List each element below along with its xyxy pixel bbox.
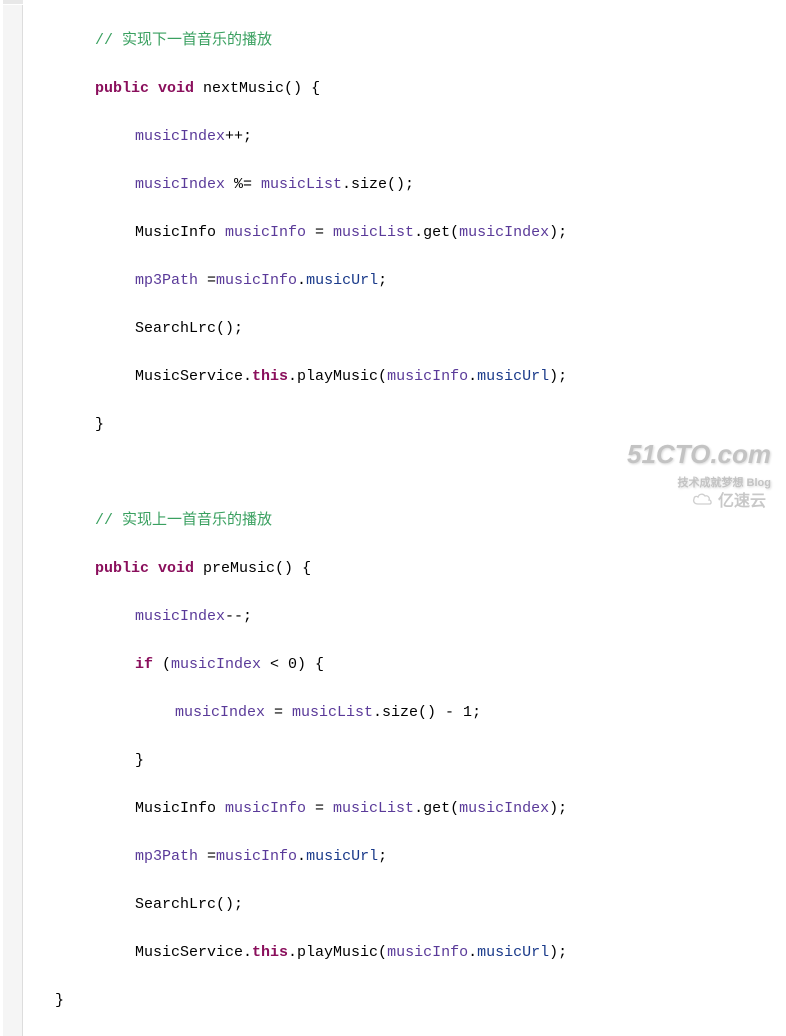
op: = [265, 704, 292, 721]
field-musicUrl: musicUrl [306, 272, 378, 289]
keyword-public: public [95, 560, 149, 577]
var-musicInfo: musicInfo [225, 800, 306, 817]
type-MusicService: MusicService. [135, 944, 252, 961]
keyword-void: void [158, 560, 194, 577]
var-musicInfo: musicInfo [225, 224, 306, 241]
punct: ); [549, 800, 567, 817]
keyword-this: this [252, 944, 288, 961]
var-musicIndex: musicIndex [135, 608, 225, 625]
op: --; [225, 608, 252, 625]
call-SearchLrc: SearchLrc(); [135, 320, 243, 337]
method-name: preMusic() { [194, 560, 311, 577]
field-musicUrl: musicUrl [477, 944, 549, 961]
var-musicList: musicList [333, 800, 414, 817]
var-musicIndex: musicIndex [459, 800, 549, 817]
paren: ( [153, 656, 171, 673]
keyword-void: void [158, 80, 194, 97]
var-musicList: musicList [333, 224, 414, 241]
op: = [306, 800, 333, 817]
call-get: .get( [414, 800, 459, 817]
var-musicInfo: musicInfo [216, 272, 297, 289]
dot: . [297, 848, 306, 865]
call-playMusic: .playMusic( [288, 368, 387, 385]
keyword-this: this [252, 368, 288, 385]
op: = [198, 848, 216, 865]
var-mp3Path: mp3Path [135, 848, 198, 865]
comment-pre-music: // 实现上一首音乐的播放 [95, 512, 272, 529]
semi: ; [378, 848, 387, 865]
call-SearchLrc: SearchLrc(); [135, 896, 243, 913]
call-size: .size(); [342, 176, 414, 193]
op: ++; [225, 128, 252, 145]
gutter-top [3, 0, 23, 4]
op: = [306, 224, 333, 241]
gutter [3, 5, 23, 1036]
field-musicUrl: musicUrl [306, 848, 378, 865]
var-mp3Path: mp3Path [135, 272, 198, 289]
brace-close: } [95, 416, 104, 433]
semi: ; [378, 272, 387, 289]
brace-close: } [135, 752, 144, 769]
type-MusicInfo: MusicInfo [135, 800, 225, 817]
var-musicList: musicList [261, 176, 342, 193]
type-MusicService: MusicService. [135, 368, 252, 385]
var-musicIndex: musicIndex [459, 224, 549, 241]
brace-close: } [55, 992, 64, 1009]
type-MusicInfo: MusicInfo [135, 224, 225, 241]
call-playMusic: .playMusic( [288, 944, 387, 961]
call-get: .get( [414, 224, 459, 241]
dot: . [468, 368, 477, 385]
var-musicIndex: musicIndex [171, 656, 261, 673]
keyword-public: public [95, 80, 149, 97]
var-musicList: musicList [292, 704, 373, 721]
punct: ); [549, 944, 567, 961]
var-musicIndex: musicIndex [135, 176, 225, 193]
var-musicIndex: musicIndex [175, 704, 265, 721]
method-name: nextMusic() { [194, 80, 320, 97]
cond: < 0) { [261, 656, 324, 673]
punct: ); [549, 224, 567, 241]
code-editor: // 实现下一首音乐的播放 public void nextMusic() { … [30, 5, 786, 1036]
call-size: .size() - 1; [373, 704, 481, 721]
comment-next-music: // 实现下一首音乐的播放 [95, 32, 272, 49]
var-musicInfo: musicInfo [387, 944, 468, 961]
code-block: // 实现下一首音乐的播放 public void nextMusic() { … [30, 5, 786, 1036]
op: %= [225, 176, 261, 193]
var-musicInfo: musicInfo [387, 368, 468, 385]
var-musicInfo: musicInfo [216, 848, 297, 865]
keyword-if: if [135, 656, 153, 673]
op: = [198, 272, 216, 289]
punct: ); [549, 368, 567, 385]
field-musicUrl: musicUrl [477, 368, 549, 385]
var-musicIndex: musicIndex [135, 128, 225, 145]
dot: . [468, 944, 477, 961]
dot: . [297, 272, 306, 289]
